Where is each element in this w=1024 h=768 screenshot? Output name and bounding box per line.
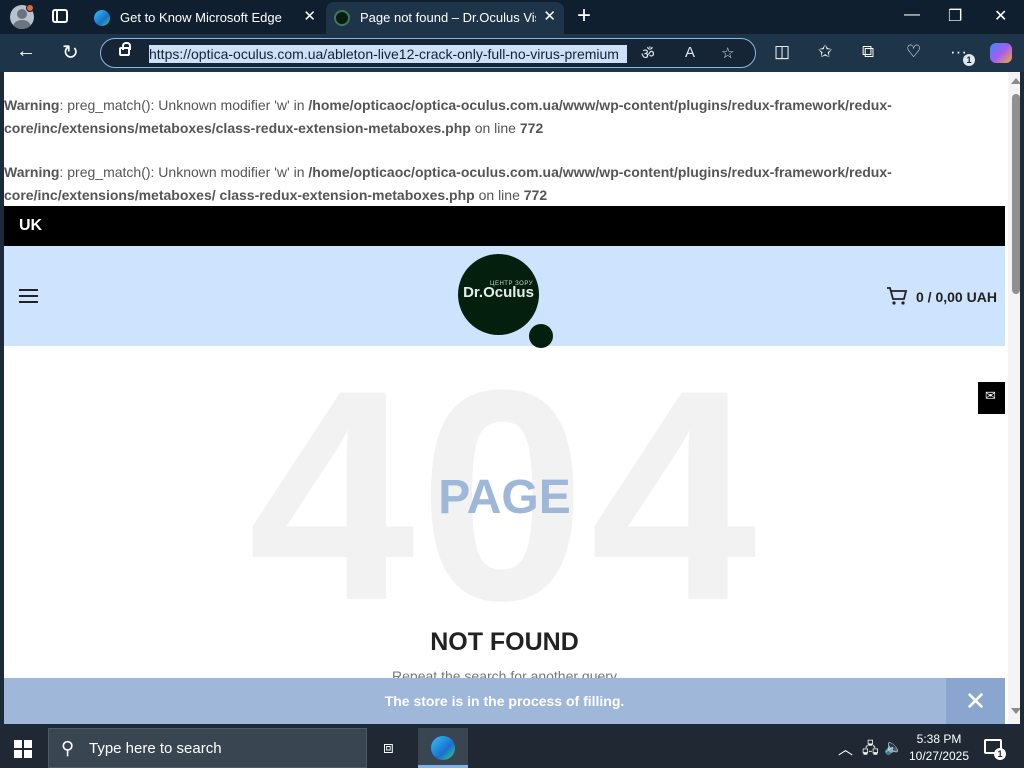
page-scrollbar[interactable] <box>1008 72 1020 724</box>
logo-text: Dr.Oculus <box>463 284 534 301</box>
volume-muted-icon[interactable]: 🔈 <box>884 738 903 756</box>
maximize-button[interactable]: ❐ <box>948 6 962 26</box>
cart-icon[interactable] <box>886 286 908 306</box>
clock-date: 10/27/2025 <box>908 749 970 763</box>
warning-message: : preg_match(): Unknown modifier 'w' in <box>59 97 309 113</box>
site-logo[interactable]: ЦЕНТР ЗОРУ Dr.Oculus <box>458 254 539 335</box>
web-page: Warning: preg_match(): Unknown modifier … <box>4 72 1020 724</box>
refresh-button[interactable]: ↻ <box>62 40 79 65</box>
edge-icon <box>431 736 455 760</box>
edge-favicon-icon <box>94 10 110 26</box>
warning-message: : preg_match(): Unknown modifier 'w' in <box>59 164 309 180</box>
read-aloud-icon[interactable]: A <box>685 44 695 61</box>
warning-line-number: 772 <box>523 187 548 203</box>
php-warning: Warning: preg_match(): Unknown modifier … <box>4 161 1004 207</box>
tab-title: Page not found – Dr.Oculus Vision <box>360 10 536 25</box>
tab-title: Get to Know Microsoft Edge <box>120 10 282 25</box>
menu-hamburger-icon[interactable] <box>19 289 38 303</box>
php-warning: Warning: preg_match(): Unknown modifier … <box>4 94 1004 140</box>
not-found-heading: NOT FOUND <box>430 628 579 656</box>
task-view-icon[interactable]: ⧈ <box>383 738 394 758</box>
new-tab-button[interactable]: + <box>577 4 591 28</box>
collections-icon[interactable]: ⧉ <box>862 42 874 62</box>
warning-label: Warning <box>4 164 60 180</box>
translate-icon[interactable]: ॐ <box>641 44 655 64</box>
warning-on-line: on line <box>470 120 520 136</box>
tab-close-icon[interactable]: ✕ <box>543 9 556 25</box>
profile-status-dot <box>26 4 34 12</box>
taskbar-search[interactable]: ⚲ Type here to search <box>48 728 367 768</box>
performance-icon[interactable]: ♡ <box>906 42 921 62</box>
browser-tab-bar: Get to Know Microsoft Edge ✕ Page not fo… <box>0 0 1024 34</box>
address-bar[interactable]: https://optica-oculus.com.ua/ableton-liv… <box>100 38 756 68</box>
warning-on-line: on line <box>474 187 524 203</box>
lock-icon[interactable] <box>119 42 131 56</box>
network-icon[interactable]: 🖧 <box>862 738 879 763</box>
minimize-button[interactable]: — <box>904 6 920 24</box>
warning-label: Warning <box>4 97 60 113</box>
clock-time: 5:38 PM <box>916 732 962 746</box>
windows-taskbar: ⚲ Type here to search ⧈ ︿ 🖧 🔈 5:38 PM 10… <box>0 728 1024 768</box>
tab-close-icon[interactable]: ✕ <box>303 9 316 25</box>
edge-taskbar-button[interactable] <box>418 728 468 768</box>
warning-line-number: 772 <box>519 120 544 136</box>
favorites-icon[interactable]: ✩ <box>818 42 832 62</box>
tray-chevron-icon[interactable]: ︿ <box>838 738 853 759</box>
start-button[interactable] <box>14 740 32 758</box>
favorite-star-icon[interactable]: ☆ <box>721 44 734 62</box>
error-page-word: PAGE <box>438 471 571 524</box>
url-text[interactable]: https://optica-oculus.com.ua/ableton-liv… <box>149 45 627 63</box>
close-window-button[interactable]: ✕ <box>994 6 1007 26</box>
scroll-up-arrow-icon[interactable] <box>1011 78 1020 84</box>
notification-badge: 1 <box>994 748 1006 760</box>
tab-get-to-know-edge[interactable]: Get to Know Microsoft Edge ✕ <box>86 2 324 34</box>
cart-total[interactable]: 0 / 0,00 UAH <box>916 289 997 305</box>
language-switcher[interactable]: UK <box>19 217 42 235</box>
extension-badge: 1 <box>963 54 975 66</box>
copilot-icon[interactable] <box>990 43 1012 63</box>
tab-page-not-found[interactable]: Page not found – Dr.Oculus Vision ✕ <box>326 2 564 34</box>
search-placeholder: Type here to search <box>89 740 222 757</box>
tab-actions-icon[interactable] <box>52 9 68 23</box>
notice-close-button[interactable]: ✕ <box>946 678 1005 724</box>
back-button[interactable]: ← <box>16 40 36 63</box>
split-screen-icon[interactable]: ◫ <box>774 42 790 62</box>
top-bar: UK <box>4 206 1005 246</box>
store-notice-bar: The store is in the process of filling. … <box>4 678 1005 724</box>
search-icon: ⚲ <box>61 738 75 758</box>
scroll-thumb[interactable] <box>1012 94 1020 294</box>
scroll-down-arrow-icon[interactable] <box>1011 708 1020 714</box>
system-clock[interactable]: 5:38 PM 10/27/2025 <box>906 731 972 765</box>
droculus-favicon-icon <box>334 10 350 26</box>
store-notice-text: The store is in the process of filling. <box>384 693 625 709</box>
